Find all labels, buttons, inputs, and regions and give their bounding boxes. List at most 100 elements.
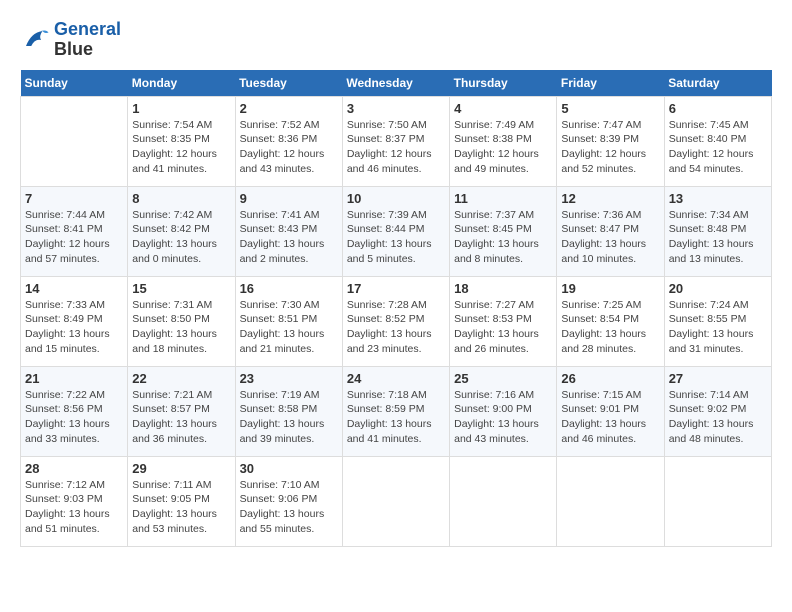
calendar-cell: 13 Sunrise: 7:34 AM Sunset: 8:48 PM Dayli…: [664, 186, 771, 276]
day-number: 21: [25, 371, 123, 386]
logo: General Blue: [20, 20, 121, 60]
calendar-cell: 7 Sunrise: 7:44 AM Sunset: 8:41 PM Daylig…: [21, 186, 128, 276]
day-number: 29: [132, 461, 230, 476]
calendar-table: SundayMondayTuesdayWednesdayThursdayFrid…: [20, 70, 772, 547]
calendar-cell: 16Sunrise: 7:30 AM Sunset: 8:51 PM Dayli…: [235, 276, 342, 366]
calendar-cell: 14 Sunrise: 7:33 AM Sunset: 8:49 PM Dayli…: [21, 276, 128, 366]
day-info: Sunrise: 7:36 AM Sunset: 8:47 PM Dayligh…: [561, 208, 659, 267]
calendar-cell: 12 Sunrise: 7:36 AM Sunset: 8:47 PM Dayli…: [557, 186, 664, 276]
day-number: 28: [25, 461, 123, 476]
calendar-week-row: 28 Sunrise: 7:12 AM Sunset: 9:03 PM Dayli…: [21, 456, 772, 546]
day-info: Sunrise: 7:10 AM Sunset: 9:06 PM Dayligh…: [240, 478, 338, 537]
day-number: 9: [240, 191, 338, 206]
calendar-cell: 22 Sunrise: 7:21 AM Sunset: 8:57 PM Dayli…: [128, 366, 235, 456]
day-number: 5: [561, 101, 659, 116]
day-info: Sunrise: 7:21 AM Sunset: 8:57 PM Dayligh…: [132, 388, 230, 447]
day-info: Sunrise: 7:19 AM Sunset: 8:58 PM Dayligh…: [240, 388, 338, 447]
calendar-cell: 3 Sunrise: 7:50 AM Sunset: 8:37 PM Daylig…: [342, 96, 449, 186]
calendar-cell: 26Sunrise: 7:15 AM Sunset: 9:01 PM Dayli…: [557, 366, 664, 456]
calendar-cell: 8 Sunrise: 7:42 AM Sunset: 8:42 PM Daylig…: [128, 186, 235, 276]
calendar-cell: [557, 456, 664, 546]
calendar-cell: 18 Sunrise: 7:27 AM Sunset: 8:53 PM Dayli…: [450, 276, 557, 366]
day-info: Sunrise: 7:27 AM Sunset: 8:53 PM Dayligh…: [454, 298, 552, 357]
day-number: 18: [454, 281, 552, 296]
calendar-cell: 24 Sunrise: 7:18 AM Sunset: 8:59 PM Dayli…: [342, 366, 449, 456]
day-info: Sunrise: 7:52 AM Sunset: 8:36 PM Dayligh…: [240, 118, 338, 177]
calendar-cell: 1 Sunrise: 7:54 AM Sunset: 8:35 PM Daylig…: [128, 96, 235, 186]
calendar-cell: 6 Sunrise: 7:45 AM Sunset: 8:40 PM Daylig…: [664, 96, 771, 186]
weekday-header: Monday: [128, 70, 235, 97]
calendar-week-row: 1 Sunrise: 7:54 AM Sunset: 8:35 PM Daylig…: [21, 96, 772, 186]
day-info: Sunrise: 7:37 AM Sunset: 8:45 PM Dayligh…: [454, 208, 552, 267]
day-number: 10: [347, 191, 445, 206]
calendar-cell: 21 Sunrise: 7:22 AM Sunset: 8:56 PM Dayli…: [21, 366, 128, 456]
day-info: Sunrise: 7:25 AM Sunset: 8:54 PM Dayligh…: [561, 298, 659, 357]
day-number: 6: [669, 101, 767, 116]
calendar-cell: 30 Sunrise: 7:10 AM Sunset: 9:06 PM Dayli…: [235, 456, 342, 546]
day-info: Sunrise: 7:18 AM Sunset: 8:59 PM Dayligh…: [347, 388, 445, 447]
day-number: 7: [25, 191, 123, 206]
day-info: Sunrise: 7:41 AM Sunset: 8:43 PM Dayligh…: [240, 208, 338, 267]
calendar-cell: [342, 456, 449, 546]
day-info: Sunrise: 7:42 AM Sunset: 8:42 PM Dayligh…: [132, 208, 230, 267]
day-number: 19: [561, 281, 659, 296]
day-info: Sunrise: 7:30 AM Sunset: 8:51 PM Dayligh…: [240, 298, 338, 357]
calendar-week-row: 7 Sunrise: 7:44 AM Sunset: 8:41 PM Daylig…: [21, 186, 772, 276]
day-number: 20: [669, 281, 767, 296]
logo-icon: [20, 25, 50, 55]
day-info: Sunrise: 7:45 AM Sunset: 8:40 PM Dayligh…: [669, 118, 767, 177]
day-info: Sunrise: 7:33 AM Sunset: 8:49 PM Dayligh…: [25, 298, 123, 357]
day-info: Sunrise: 7:11 AM Sunset: 9:05 PM Dayligh…: [132, 478, 230, 537]
day-info: Sunrise: 7:47 AM Sunset: 8:39 PM Dayligh…: [561, 118, 659, 177]
day-info: Sunrise: 7:22 AM Sunset: 8:56 PM Dayligh…: [25, 388, 123, 447]
day-number: 15: [132, 281, 230, 296]
calendar-cell: 25Sunrise: 7:16 AM Sunset: 9:00 PM Dayli…: [450, 366, 557, 456]
weekday-header: Tuesday: [235, 70, 342, 97]
calendar-cell: 5 Sunrise: 7:47 AM Sunset: 8:39 PM Daylig…: [557, 96, 664, 186]
day-number: 14: [25, 281, 123, 296]
day-info: Sunrise: 7:31 AM Sunset: 8:50 PM Dayligh…: [132, 298, 230, 357]
day-info: Sunrise: 7:14 AM Sunset: 9:02 PM Dayligh…: [669, 388, 767, 447]
day-number: 2: [240, 101, 338, 116]
calendar-cell: 19 Sunrise: 7:25 AM Sunset: 8:54 PM Dayli…: [557, 276, 664, 366]
day-info: Sunrise: 7:12 AM Sunset: 9:03 PM Dayligh…: [25, 478, 123, 537]
day-info: Sunrise: 7:44 AM Sunset: 8:41 PM Dayligh…: [25, 208, 123, 267]
day-number: 26: [561, 371, 659, 386]
day-number: 3: [347, 101, 445, 116]
day-number: 24: [347, 371, 445, 386]
day-number: 1: [132, 101, 230, 116]
calendar-cell: [21, 96, 128, 186]
calendar-cell: 4Sunrise: 7:49 AM Sunset: 8:38 PM Daylig…: [450, 96, 557, 186]
day-info: Sunrise: 7:34 AM Sunset: 8:48 PM Dayligh…: [669, 208, 767, 267]
day-info: Sunrise: 7:39 AM Sunset: 8:44 PM Dayligh…: [347, 208, 445, 267]
day-number: 8: [132, 191, 230, 206]
calendar-cell: 10 Sunrise: 7:39 AM Sunset: 8:44 PM Dayli…: [342, 186, 449, 276]
weekday-header: Friday: [557, 70, 664, 97]
day-info: Sunrise: 7:54 AM Sunset: 8:35 PM Dayligh…: [132, 118, 230, 177]
day-number: 12: [561, 191, 659, 206]
calendar-cell: 9 Sunrise: 7:41 AM Sunset: 8:43 PM Daylig…: [235, 186, 342, 276]
page-header: General Blue: [20, 20, 772, 60]
weekday-header: Thursday: [450, 70, 557, 97]
weekday-header-row: SundayMondayTuesdayWednesdayThursdayFrid…: [21, 70, 772, 97]
calendar-cell: [450, 456, 557, 546]
day-number: 27: [669, 371, 767, 386]
day-number: 22: [132, 371, 230, 386]
calendar-cell: 28 Sunrise: 7:12 AM Sunset: 9:03 PM Dayli…: [21, 456, 128, 546]
weekday-header: Wednesday: [342, 70, 449, 97]
day-info: Sunrise: 7:50 AM Sunset: 8:37 PM Dayligh…: [347, 118, 445, 177]
day-number: 11: [454, 191, 552, 206]
calendar-cell: 27 Sunrise: 7:14 AM Sunset: 9:02 PM Dayli…: [664, 366, 771, 456]
weekday-header: Sunday: [21, 70, 128, 97]
calendar-cell: 23Sunrise: 7:19 AM Sunset: 8:58 PM Dayli…: [235, 366, 342, 456]
calendar-cell: 2 Sunrise: 7:52 AM Sunset: 8:36 PM Daylig…: [235, 96, 342, 186]
day-number: 13: [669, 191, 767, 206]
calendar-cell: 17Sunrise: 7:28 AM Sunset: 8:52 PM Dayli…: [342, 276, 449, 366]
calendar-week-row: 21 Sunrise: 7:22 AM Sunset: 8:56 PM Dayli…: [21, 366, 772, 456]
day-info: Sunrise: 7:24 AM Sunset: 8:55 PM Dayligh…: [669, 298, 767, 357]
day-number: 25: [454, 371, 552, 386]
weekday-header: Saturday: [664, 70, 771, 97]
day-number: 30: [240, 461, 338, 476]
calendar-cell: 11 Sunrise: 7:37 AM Sunset: 8:45 PM Dayli…: [450, 186, 557, 276]
calendar-cell: 29 Sunrise: 7:11 AM Sunset: 9:05 PM Dayli…: [128, 456, 235, 546]
